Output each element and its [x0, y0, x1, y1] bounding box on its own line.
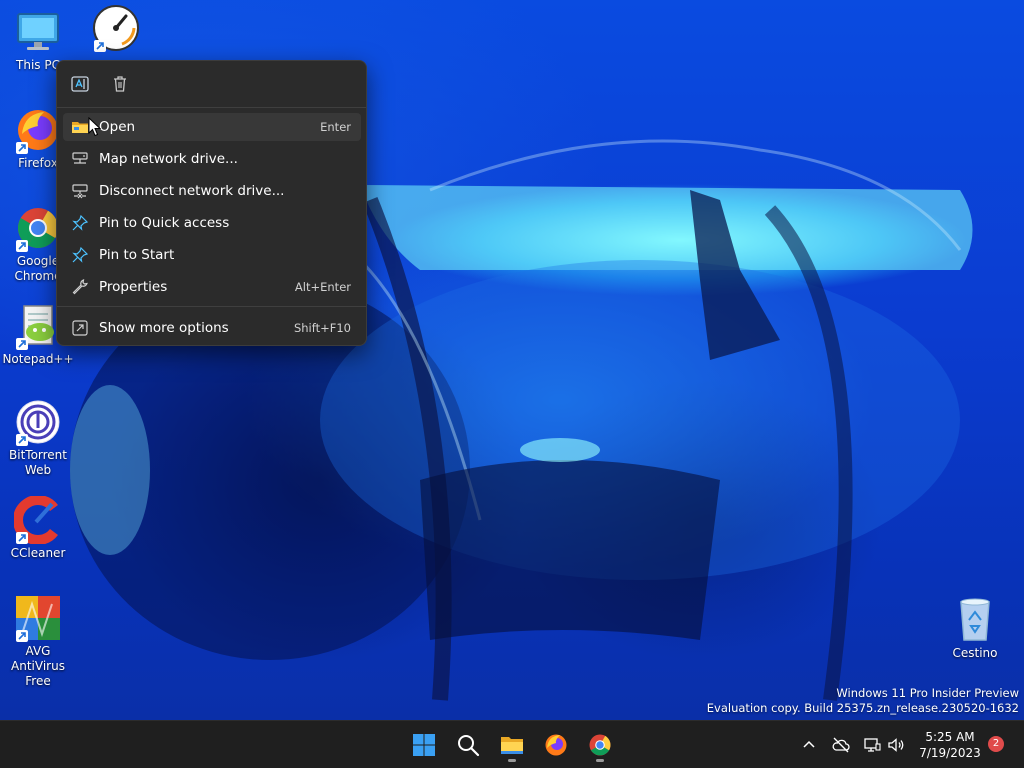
- shortcut-arrow-icon: [16, 240, 28, 252]
- trash-icon: [114, 76, 126, 92]
- desktop-icon-label: BitTorrent Web: [9, 448, 67, 477]
- taskbar-clock[interactable]: 5:25 AM 7/19/2023: [912, 729, 988, 761]
- context-menu-quick-actions: [57, 61, 366, 108]
- menu-item-label: Pin to Start: [99, 247, 175, 263]
- clock-gauge-icon: [92, 4, 140, 52]
- file-explorer-icon: [501, 737, 523, 754]
- chrome-icon: [14, 204, 62, 252]
- taskbar-file-explorer[interactable]: [494, 727, 530, 763]
- menu-item-map-network-drive[interactable]: Map network drive...: [63, 145, 361, 173]
- folder-icon: [72, 122, 88, 133]
- evaluation-watermark: Windows 11 Pro Insider Preview Evaluatio…: [707, 686, 1019, 716]
- taskbar: 5:25 AM 7/19/2023: [0, 720, 1024, 768]
- menu-item-properties[interactable]: Properties Alt+Enter: [63, 273, 361, 301]
- more-options-icon: [72, 320, 88, 336]
- clock-date: 7/19/2023: [919, 746, 981, 760]
- firefox-icon: [545, 734, 567, 756]
- pin-icon: [72, 246, 89, 263]
- shortcut-arrow-icon: [16, 434, 28, 446]
- cloud-offline-icon[interactable]: [831, 735, 851, 755]
- desktop-icon-recycle-bin[interactable]: Cestino: [937, 596, 1013, 661]
- search-icon: [458, 735, 480, 757]
- menu-item-show-more-options[interactable]: Show more options Shift+F10: [63, 314, 361, 342]
- disconnect-drive-icon: [72, 184, 88, 199]
- taskbar-chrome[interactable]: [582, 727, 618, 763]
- context-menu: Open Enter Map network drive... Disconne…: [56, 60, 367, 346]
- menu-item-accelerator: Shift+F10: [293, 321, 351, 335]
- wrench-icon: [72, 279, 88, 295]
- network-icon[interactable]: [862, 735, 882, 755]
- shortcut-arrow-icon: [16, 630, 28, 642]
- menu-item-open[interactable]: Open Enter: [63, 113, 361, 141]
- notepadpp-icon: [14, 302, 62, 350]
- desktop-icon-ccleaner[interactable]: CCleaner: [0, 495, 76, 561]
- firefox-icon: [14, 106, 62, 154]
- desktop-icon-label: Notepad++: [2, 352, 74, 366]
- menu-item-pin-to-start[interactable]: Pin to Start: [63, 241, 361, 269]
- running-indicator: [508, 759, 516, 762]
- desktop-icon-label: AVG AntiVirus Free: [11, 644, 65, 688]
- chevron-up-icon[interactable]: [799, 735, 819, 755]
- desktop-icon-label: Cestino: [952, 646, 998, 660]
- bittorrent-icon: [14, 398, 62, 446]
- shortcut-arrow-icon: [16, 338, 28, 350]
- menu-item-label: Open: [99, 119, 136, 135]
- avg-icon: [14, 594, 62, 642]
- network-drive-icon: [72, 152, 88, 164]
- shortcut-arrow-icon: [94, 40, 106, 52]
- menu-item-label: Map network drive...: [99, 151, 238, 167]
- menu-item-label: Properties: [99, 279, 168, 295]
- monitor-icon: [14, 8, 62, 56]
- shortcut-arrow-icon: [16, 142, 28, 154]
- delete-button[interactable]: [107, 72, 133, 96]
- rename-icon: [71, 76, 89, 92]
- menu-item-accelerator: Enter: [320, 120, 351, 134]
- notification-badge[interactable]: 2: [988, 736, 1004, 752]
- pin-icon: [72, 214, 89, 231]
- watermark-line-1: Windows 11 Pro Insider Preview: [836, 686, 1019, 700]
- recycle-bin-icon: [951, 596, 999, 644]
- menu-item-accelerator: Alt+Enter: [294, 280, 351, 294]
- running-indicator: [596, 759, 604, 762]
- clock-time: 5:25 AM: [925, 730, 975, 744]
- start-icon: [413, 734, 435, 756]
- chrome-icon: [589, 734, 611, 756]
- start-button[interactable]: [406, 727, 442, 763]
- ccleaner-icon: [13, 495, 62, 545]
- desktop-icon-label: CCleaner: [10, 546, 66, 560]
- watermark-line-2: Evaluation copy. Build 25375.zn_release.…: [706, 701, 1019, 715]
- menu-item-pin-quick-access[interactable]: Pin to Quick access: [63, 209, 361, 237]
- taskbar-firefox[interactable]: [538, 727, 574, 763]
- volume-icon[interactable]: [886, 735, 906, 755]
- menu-item-label: Disconnect network drive...: [99, 183, 285, 199]
- menu-separator: [57, 306, 366, 307]
- desktop-icon-bittorrent[interactable]: BitTorrent Web: [0, 398, 76, 478]
- menu-item-label: Show more options: [99, 320, 229, 336]
- desktop-icon-clock-gauge[interactable]: [78, 4, 154, 54]
- desktop-icon-avg[interactable]: AVG AntiVirus Free: [0, 594, 76, 689]
- rename-button[interactable]: [67, 72, 93, 96]
- menu-item-disconnect-network-drive[interactable]: Disconnect network drive...: [63, 177, 361, 205]
- shortcut-arrow-icon: [16, 532, 28, 544]
- mouse-cursor-icon: [88, 117, 102, 137]
- menu-item-label: Pin to Quick access: [99, 215, 230, 231]
- taskbar-search-button[interactable]: [450, 727, 486, 763]
